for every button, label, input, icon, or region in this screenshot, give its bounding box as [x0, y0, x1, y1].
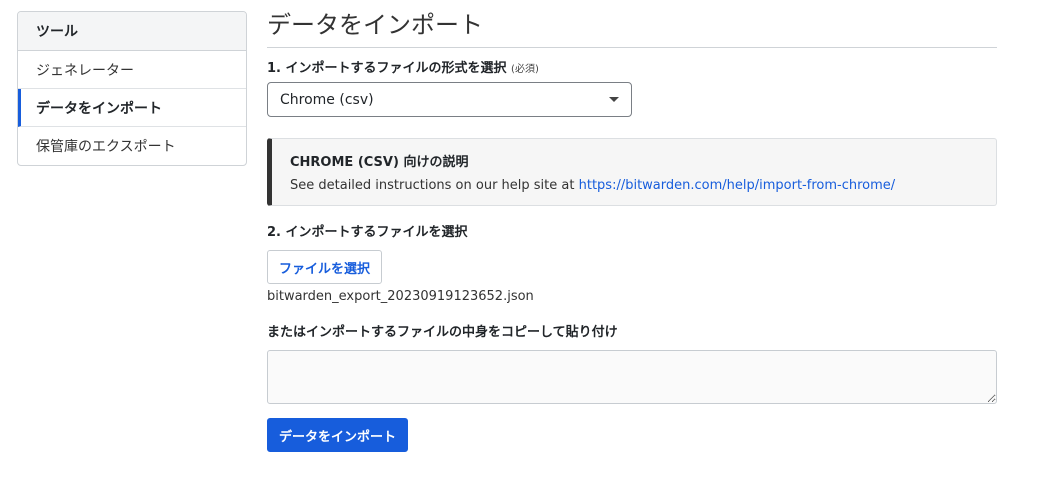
chevron-down-icon [609, 97, 619, 102]
main-content: データをインポート 1. インポートするファイルの形式を選択 (必須) Chro… [267, 8, 997, 452]
page: ツール ジェネレーター データをインポート 保管庫のエクスポート データをインポ… [0, 0, 1059, 481]
sidebar-header: ツール [18, 12, 246, 51]
instructions-callout: CHROME (CSV) 向けの説明 See detailed instruct… [267, 138, 997, 206]
tools-sidebar: ツール ジェネレーター データをインポート 保管庫のエクスポート [17, 11, 247, 166]
paste-content-textarea[interactable] [267, 350, 997, 404]
page-title: データをインポート [267, 8, 997, 48]
selected-file-name: bitwarden_export_20230919123652.json [267, 289, 534, 304]
paste-label: またはインポートするファイルの中身をコピーして貼り付け [267, 325, 618, 340]
file-label: 2. インポートするファイルを選択 [267, 225, 468, 240]
help-link[interactable]: https://bitwarden.com/help/import-from-c… [579, 178, 896, 193]
format-label-text: 1. インポートするファイルの形式を選択 [267, 61, 507, 76]
import-data-button[interactable]: データをインポート [267, 418, 409, 452]
required-marker: (必須) [511, 64, 539, 75]
choose-file-button[interactable]: ファイルを選択 [267, 250, 383, 284]
format-select[interactable]: Chrome (csv) [267, 82, 632, 117]
callout-body: See detailed instructions on our help si… [290, 178, 978, 193]
format-label: 1. インポートするファイルの形式を選択 (必須) [267, 60, 997, 78]
format-select-value: Chrome (csv) [280, 91, 374, 108]
sidebar-item-import-data[interactable]: データをインポート [18, 89, 246, 127]
callout-title: CHROME (CSV) 向けの説明 [290, 155, 469, 170]
sidebar-item-export-vault[interactable]: 保管庫のエクスポート [18, 127, 246, 165]
callout-text: See detailed instructions on our help si… [290, 178, 575, 193]
sidebar-item-generator[interactable]: ジェネレーター [18, 51, 246, 89]
